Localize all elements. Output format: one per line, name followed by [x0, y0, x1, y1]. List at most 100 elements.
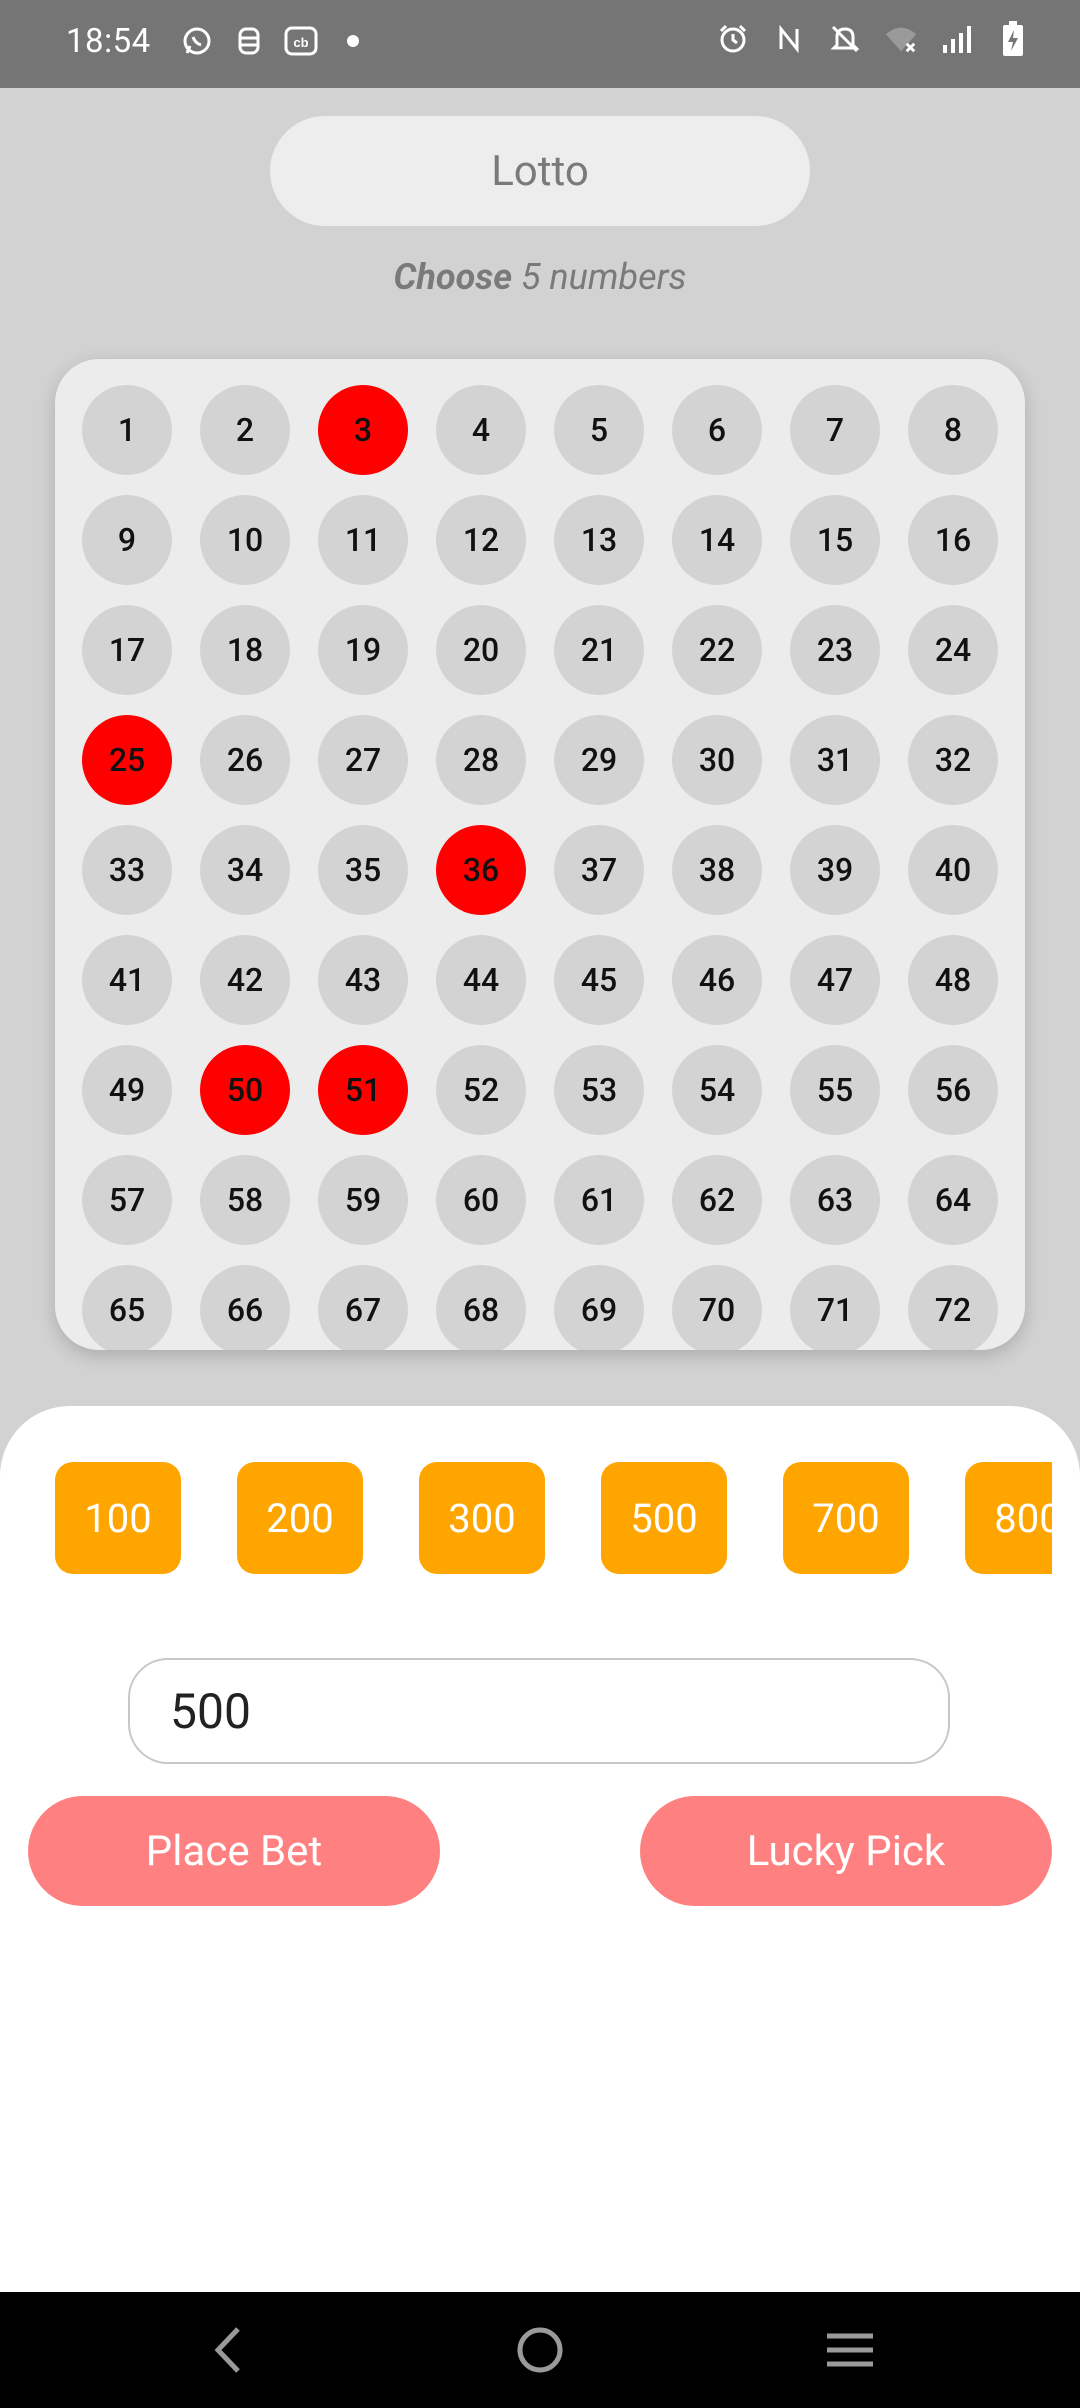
number-ball[interactable]: 35 [318, 825, 408, 915]
home-icon[interactable] [508, 2318, 572, 2382]
notification-icons: cb [180, 24, 370, 58]
signal-icon [940, 22, 974, 56]
number-ball[interactable]: 32 [908, 715, 998, 805]
system-icons [716, 21, 1030, 56]
bet-chip[interactable]: 200 [237, 1462, 363, 1574]
number-ball[interactable]: 2 [200, 385, 290, 475]
number-ball[interactable]: 46 [672, 935, 762, 1025]
page-title: Lotto [270, 116, 810, 226]
number-ball[interactable]: 44 [436, 935, 526, 1025]
instruction-text: Choose 5 numbers [0, 256, 1080, 298]
status-time: 18:54 [66, 22, 151, 61]
number-ball[interactable]: 58 [200, 1155, 290, 1245]
number-ball[interactable]: 14 [672, 495, 762, 585]
number-ball[interactable]: 53 [554, 1045, 644, 1135]
number-ball[interactable]: 54 [672, 1045, 762, 1135]
number-ball[interactable]: 8 [908, 385, 998, 475]
number-ball[interactable]: 12 [436, 495, 526, 585]
number-ball[interactable]: 55 [790, 1045, 880, 1135]
number-ball[interactable]: 40 [908, 825, 998, 915]
alarm-icon [716, 22, 750, 56]
bet-amount-input[interactable] [128, 1658, 950, 1764]
number-ball[interactable]: 70 [672, 1265, 762, 1350]
number-ball[interactable]: 33 [82, 825, 172, 915]
number-ball[interactable]: 72 [908, 1265, 998, 1350]
number-ball[interactable]: 34 [200, 825, 290, 915]
bet-chip[interactable]: 500 [601, 1462, 727, 1574]
number-ball[interactable]: 18 [200, 605, 290, 695]
number-ball[interactable]: 67 [318, 1265, 408, 1350]
bet-chip[interactable]: 300 [419, 1462, 545, 1574]
number-ball[interactable]: 51 [318, 1045, 408, 1135]
number-ball[interactable]: 9 [82, 495, 172, 585]
number-ball[interactable]: 41 [82, 935, 172, 1025]
number-ball[interactable]: 22 [672, 605, 762, 695]
number-ball[interactable]: 66 [200, 1265, 290, 1350]
number-ball[interactable]: 62 [672, 1155, 762, 1245]
number-ball[interactable]: 50 [200, 1045, 290, 1135]
number-ball[interactable]: 52 [436, 1045, 526, 1135]
menu-icon[interactable] [818, 2318, 882, 2382]
cb-app-icon: cb [284, 24, 318, 58]
number-ball[interactable]: 1 [82, 385, 172, 475]
number-ball[interactable]: 15 [790, 495, 880, 585]
number-ball[interactable]: 68 [436, 1265, 526, 1350]
number-ball[interactable]: 11 [318, 495, 408, 585]
instruction-verb: Choose [393, 256, 513, 298]
bet-chips-row[interactable]: 100 200 300 500 700 800 [0, 1462, 1052, 1578]
number-ball[interactable]: 65 [82, 1265, 172, 1350]
lucky-pick-button[interactable]: Lucky Pick [640, 1796, 1052, 1906]
number-grid-card: 1 2 3 4 5 6 7 8 9 10 11 12 13 14 15 16 17 18 19 20 21 22 23 24 2… [55, 359, 1025, 1350]
back-icon[interactable] [196, 2318, 260, 2382]
number-ball[interactable]: 39 [790, 825, 880, 915]
svg-text:cb: cb [293, 35, 308, 50]
number-ball[interactable]: 30 [672, 715, 762, 805]
number-ball[interactable]: 63 [790, 1155, 880, 1245]
number-ball[interactable]: 5 [554, 385, 644, 475]
number-ball[interactable]: 16 [908, 495, 998, 585]
bet-chip[interactable]: 100 [55, 1462, 181, 1574]
number-ball[interactable]: 57 [82, 1155, 172, 1245]
number-ball[interactable]: 49 [82, 1045, 172, 1135]
number-ball[interactable]: 69 [554, 1265, 644, 1350]
number-ball[interactable]: 56 [908, 1045, 998, 1135]
wifi-off-icon [884, 22, 918, 56]
place-bet-button[interactable]: Place Bet [28, 1796, 440, 1906]
number-ball[interactable]: 17 [82, 605, 172, 695]
box-app-icon [232, 24, 266, 58]
bet-chip[interactable]: 800 [965, 1462, 1052, 1574]
number-ball[interactable]: 36 [436, 825, 526, 915]
number-ball[interactable]: 31 [790, 715, 880, 805]
number-ball[interactable]: 20 [436, 605, 526, 695]
number-ball[interactable]: 37 [554, 825, 644, 915]
number-ball[interactable]: 47 [790, 935, 880, 1025]
number-ball[interactable]: 26 [200, 715, 290, 805]
number-ball[interactable]: 4 [436, 385, 526, 475]
number-ball[interactable]: 59 [318, 1155, 408, 1245]
number-ball[interactable]: 3 [318, 385, 408, 475]
number-ball[interactable]: 28 [436, 715, 526, 805]
number-ball[interactable]: 29 [554, 715, 644, 805]
number-ball[interactable]: 10 [200, 495, 290, 585]
number-ball[interactable]: 13 [554, 495, 644, 585]
number-ball[interactable]: 45 [554, 935, 644, 1025]
number-ball[interactable]: 43 [318, 935, 408, 1025]
number-ball[interactable]: 38 [672, 825, 762, 915]
number-ball[interactable]: 6 [672, 385, 762, 475]
number-ball[interactable]: 60 [436, 1155, 526, 1245]
dot-icon [336, 24, 370, 58]
number-ball[interactable]: 7 [790, 385, 880, 475]
number-ball[interactable]: 42 [200, 935, 290, 1025]
number-ball[interactable]: 21 [554, 605, 644, 695]
number-ball[interactable]: 61 [554, 1155, 644, 1245]
number-ball[interactable]: 24 [908, 605, 998, 695]
number-ball[interactable]: 23 [790, 605, 880, 695]
number-grid: 1 2 3 4 5 6 7 8 9 10 11 12 13 14 15 16 17 18 19 20 21 22 23 24 2… [82, 385, 998, 1350]
number-ball[interactable]: 48 [908, 935, 998, 1025]
number-ball[interactable]: 27 [318, 715, 408, 805]
number-ball[interactable]: 25 [82, 715, 172, 805]
bet-chip[interactable]: 700 [783, 1462, 909, 1574]
number-ball[interactable]: 19 [318, 605, 408, 695]
number-ball[interactable]: 64 [908, 1155, 998, 1245]
number-ball[interactable]: 71 [790, 1265, 880, 1350]
